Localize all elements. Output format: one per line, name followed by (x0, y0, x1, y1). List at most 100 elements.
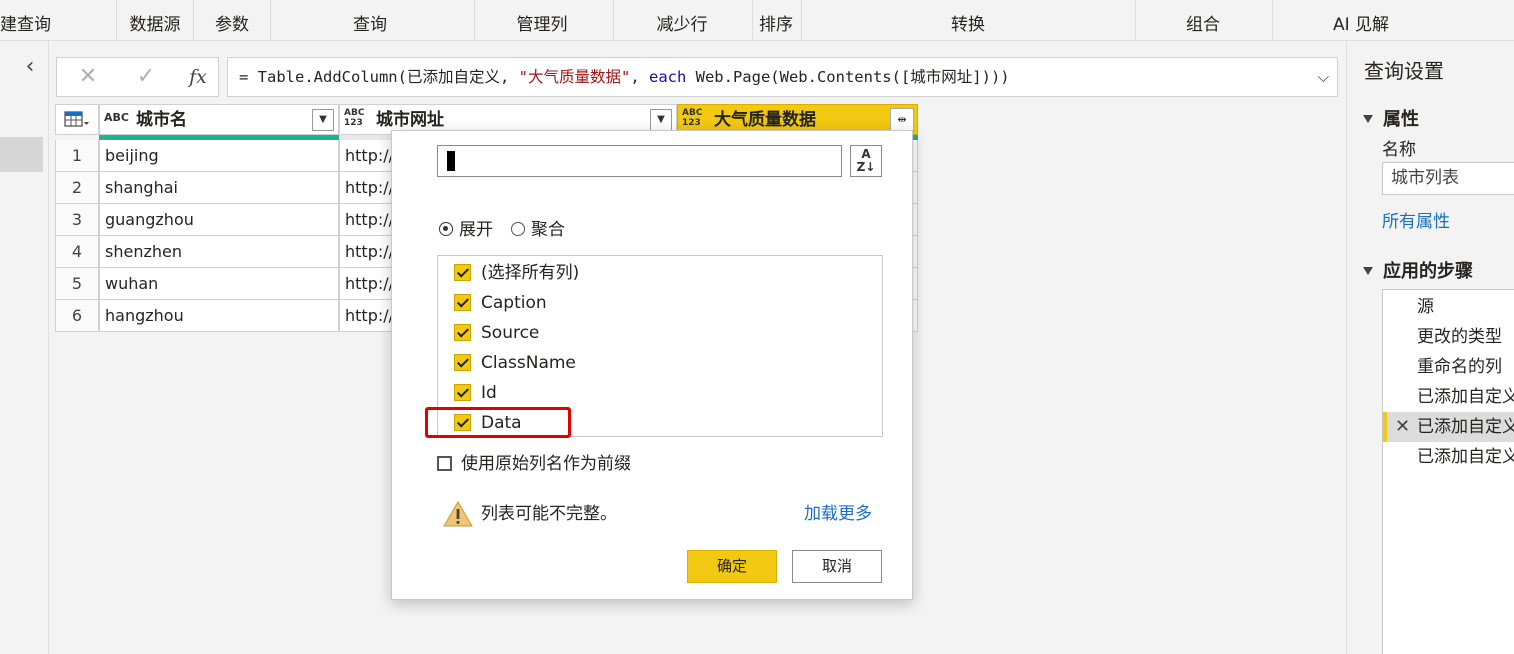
table-icon (64, 111, 89, 127)
applied-step-label: 已添加自定义 (1417, 417, 1514, 437)
column-checkbox-select-all[interactable]: (选择所有列) (454, 258, 579, 288)
highlight-annotation (425, 407, 571, 438)
table-cell-city[interactable]: shanghai (99, 172, 339, 204)
column-header-city-name[interactable]: ABC 城市名 ▼ (99, 104, 339, 135)
formula-text-string: "大气质量数据" (518, 68, 631, 86)
chevron-down-icon[interactable]: ⌵ (1318, 58, 1329, 96)
row-number[interactable]: 4 (55, 236, 99, 268)
chevron-left-icon[interactable]: ‹ (18, 55, 42, 79)
selected-query-indicator[interactable] (0, 137, 43, 172)
query-settings-pane: 查询设置 属性 名称 城市列表 所有属性 应用的步骤 源 更改的类型 重命名的列… (1346, 41, 1514, 654)
type-any-icon: ABC 123 (344, 108, 365, 128)
applied-steps-header-label: 应用的步骤 (1383, 261, 1473, 282)
ribbon-group-query[interactable]: 查询 (271, 0, 469, 41)
checkbox-checked-icon (454, 324, 471, 341)
ribbon-group-sort[interactable]: 排序 (753, 0, 799, 41)
ribbon: 建查询 数据源 参数 查询 管理列 减少行 排序 转换 组合 AI 见解 (0, 0, 1514, 41)
row-number[interactable]: 2 (55, 172, 99, 204)
applied-step[interactable]: 重命名的列 (1383, 352, 1514, 382)
check-icon[interactable]: ✓ (129, 58, 163, 96)
column-checkbox-label: Caption (481, 293, 547, 313)
radio-unselected-icon (511, 222, 525, 236)
collapse-triangle-icon (1363, 267, 1373, 275)
column-checkbox-label: ClassName (481, 353, 576, 373)
expand-columns-dialog: A Z↓ 展开 聚合 (选择所有列) Caption Source ClassN… (391, 130, 913, 600)
type-text-icon: ABC (104, 111, 129, 124)
fx-icon[interactable]: fx (181, 58, 215, 96)
applied-step[interactable]: 已添加自定义 (1383, 382, 1514, 412)
table-cell-city[interactable]: guangzhou (99, 204, 339, 236)
checkbox-unchecked-icon (437, 456, 452, 471)
table-cell-city[interactable]: hangzhou (99, 300, 339, 332)
column-checkbox-label: Id (481, 383, 497, 403)
checkbox-checked-icon (454, 354, 471, 371)
properties-section-header[interactable]: 属性 (1363, 105, 1419, 131)
radio-expand-label: 展开 (459, 220, 493, 240)
query-settings-title: 查询设置 (1364, 59, 1444, 83)
row-number[interactable]: 5 (55, 268, 99, 300)
column-checkbox-source[interactable]: Source (454, 318, 539, 348)
applied-step[interactable]: 更改的类型 (1383, 322, 1514, 352)
column-checkbox-label: (选择所有列) (481, 263, 580, 283)
ribbon-group-ai-insights[interactable]: AI 见解 (1273, 0, 1449, 41)
ribbon-group-parameters[interactable]: 参数 (194, 0, 270, 41)
column-checkbox-classname[interactable]: ClassName (454, 348, 576, 378)
ok-button[interactable]: 确定 (687, 550, 777, 583)
name-label: 名称 (1382, 140, 1416, 160)
row-number[interactable]: 6 (55, 300, 99, 332)
row-number[interactable]: 1 (55, 140, 99, 172)
delete-step-icon[interactable]: ✕ (1395, 412, 1410, 442)
all-properties-link[interactable]: 所有属性 (1382, 207, 1450, 232)
collapse-triangle-icon (1363, 115, 1373, 123)
text-caret (447, 151, 455, 171)
applied-step[interactable]: 源 (1383, 292, 1514, 322)
properties-header-label: 属性 (1383, 109, 1419, 130)
ribbon-group-transform[interactable]: 转换 (802, 0, 1134, 41)
incomplete-list-warning: 列表可能不完整。 (443, 499, 617, 529)
applied-steps-list: 源 更改的类型 重命名的列 已添加自定义 ✕ 已添加自定义 已添加自定义 (1382, 289, 1514, 654)
warning-text: 列表可能不完整。 (481, 504, 617, 524)
formula-text-prefix: = Table.AddColumn(已添加自定义, (239, 68, 519, 86)
formula-buttons: ✕ ✓ fx (56, 57, 219, 97)
radio-aggregate-label: 聚合 (531, 220, 565, 240)
table-cell-city[interactable]: shenzhen (99, 236, 339, 268)
warning-icon (443, 501, 473, 527)
table-cell-city[interactable]: beijing (99, 140, 339, 172)
prefix-checkbox-label: 使用原始列名作为前缀 (461, 454, 631, 474)
applied-steps-section-header[interactable]: 应用的步骤 (1363, 257, 1473, 283)
ribbon-group-manage-columns[interactable]: 管理列 (475, 0, 609, 41)
filter-dropdown-icon[interactable]: ▼ (650, 109, 672, 131)
table-menu-button[interactable] (55, 104, 99, 135)
queries-pane-collapsed: ‹ (0, 41, 49, 654)
table-cell-city[interactable]: wuhan (99, 268, 339, 300)
ribbon-group-reduce-rows[interactable]: 减少行 (614, 0, 750, 41)
load-more-link[interactable]: 加载更多 (804, 501, 872, 527)
query-name-input[interactable]: 城市列表 (1382, 162, 1514, 195)
applied-step-selected[interactable]: ✕ 已添加自定义 (1383, 412, 1514, 442)
ribbon-group-combine[interactable]: 组合 (1136, 0, 1270, 41)
ribbon-group-new-query[interactable]: 建查询 (0, 0, 51, 41)
filter-dropdown-icon[interactable]: ▼ (312, 109, 334, 131)
radio-aggregate[interactable]: 聚合 (511, 219, 565, 241)
checkbox-checked-icon (454, 384, 471, 401)
formula-input[interactable]: = Table.AddColumn(已添加自定义, "大气质量数据", each… (227, 57, 1338, 97)
radio-expand[interactable]: 展开 (439, 219, 493, 241)
type-any-icon: ABC 123 (682, 108, 703, 128)
radio-selected-icon (439, 222, 453, 236)
expand-column-icon[interactable]: ⇹ (890, 108, 914, 132)
x-icon[interactable]: ✕ (71, 58, 105, 96)
column-header-label: 城市名 (136, 110, 187, 130)
column-checkbox-id[interactable]: Id (454, 378, 497, 408)
column-search-input[interactable] (437, 145, 842, 177)
formula-text-mid: , (630, 68, 649, 86)
row-number[interactable]: 3 (55, 204, 99, 236)
sort-az-icon[interactable]: A Z↓ (850, 145, 882, 177)
column-checkbox-label: Source (481, 323, 540, 343)
checkbox-checked-icon (454, 294, 471, 311)
column-checkbox-caption[interactable]: Caption (454, 288, 547, 318)
applied-step[interactable]: 已添加自定义 (1383, 442, 1514, 472)
cancel-button[interactable]: 取消 (792, 550, 882, 583)
ribbon-group-data-source[interactable]: 数据源 (117, 0, 193, 41)
prefix-checkbox[interactable]: 使用原始列名作为前缀 (437, 451, 631, 477)
formula-text-keyword: each (648, 68, 687, 86)
